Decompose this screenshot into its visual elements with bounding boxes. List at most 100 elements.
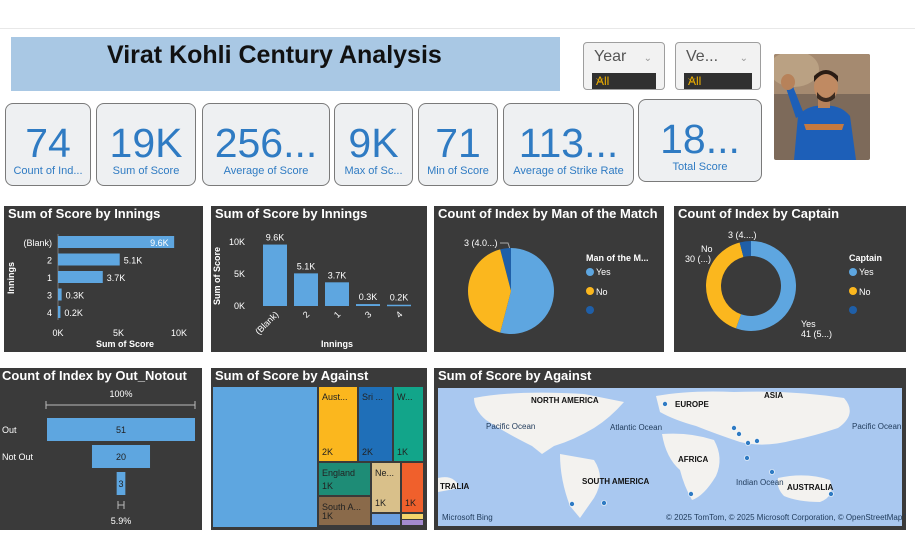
year-slicer-dropdown[interactable]: All ⌵ xyxy=(592,73,656,89)
year-slicer-label: Year xyxy=(594,48,627,65)
kpi-card-total-score[interactable]: 18... Total Score xyxy=(638,99,762,182)
ocean-label: Pacific Ocean xyxy=(486,422,535,431)
y-tick-label: 0K xyxy=(234,301,245,311)
y-tick-label: 1 xyxy=(47,273,52,283)
map-logo: Microsoft Bing xyxy=(442,513,493,522)
treemap-svg: Aust... 2K Sri ... 2K W... 1K England 1K Ne... 1K… xyxy=(213,387,423,527)
legend-marker-no xyxy=(586,287,594,295)
chart-against-map[interactable]: Sum of Score by Against NORTH AMERICA EU… xyxy=(434,368,906,530)
treemap-label: Ne... xyxy=(375,468,394,478)
top-divider xyxy=(0,28,915,29)
data-label: 0.3K xyxy=(66,291,85,301)
donut-callout: 41 (5...) xyxy=(801,329,832,339)
bar xyxy=(356,304,380,306)
kpi-label: Max of Sc... xyxy=(344,165,403,177)
legend-marker-blank xyxy=(586,306,594,314)
kpi-card-strike-rate[interactable]: 113... Average of Strike Rate xyxy=(503,103,634,186)
ocean-label: Indian Ocean xyxy=(736,478,784,487)
legend-marker-no xyxy=(849,287,857,295)
ocean-label: Atlantic Ocean xyxy=(610,423,662,432)
treemap-value: 1K xyxy=(375,498,386,508)
kpi-card-count[interactable]: 74 Count of Ind... xyxy=(5,103,91,186)
chart-man-of-match[interactable]: Count of Index by Man of the Match 3 (4.… xyxy=(434,206,664,352)
legend-item-yes: Yes xyxy=(596,267,611,277)
data-label: 51 xyxy=(116,425,126,435)
chart-captain[interactable]: Count of Index by Captain 3 (4....) No 3… xyxy=(674,206,906,352)
bar xyxy=(263,244,287,306)
treemap-value: 1K xyxy=(322,511,333,521)
map-point xyxy=(744,455,750,461)
chevron-down-icon: ⌄ xyxy=(643,53,652,64)
x-tick-label: 10K xyxy=(171,328,187,338)
treemap-value: 2K xyxy=(322,447,333,457)
dashboard: Virat Kohli Century Analysis Year ⌄ All … xyxy=(0,0,915,541)
bar xyxy=(58,253,120,266)
treemap-tile xyxy=(402,520,423,525)
kpi-value: 9K xyxy=(348,120,399,166)
x-tick-label: (Blank) xyxy=(253,309,280,336)
vbar-svg: Sum of Score Innings 0K 5K 10K 9.6K (Blank) 5… xyxy=(212,233,411,349)
map-point xyxy=(662,401,668,407)
hbar-svg: Innings Sum of Score (Blank) 9.6K 2 5.1K 1 3.… xyxy=(6,234,187,349)
kpi-value: 256... xyxy=(214,120,318,166)
venue-slicer-dropdown[interactable]: All ⌵ xyxy=(684,73,752,89)
chevron-down-icon: ⌵ xyxy=(688,74,696,85)
bar xyxy=(294,273,318,306)
kpi-card-average-score[interactable]: 256... Average of Score xyxy=(202,103,330,186)
x-tick-label: 2 xyxy=(301,309,312,320)
map-point xyxy=(731,425,737,431)
legend-item-no: No xyxy=(596,287,608,297)
donut-callout: 3 (4....) xyxy=(728,230,757,240)
donut-callout: Yes xyxy=(801,319,816,329)
x-tick-label: 1 xyxy=(332,309,343,320)
y-tick-label: 5K xyxy=(234,269,245,279)
treemap-label: W... xyxy=(397,392,413,402)
map-point xyxy=(745,440,751,446)
venue-slicer-label: Ve... xyxy=(686,48,719,65)
treemap-value: 1K xyxy=(405,498,416,508)
venue-slicer[interactable]: Ve... ⌄ All ⌵ xyxy=(675,42,761,90)
kpi-label: Count of Ind... xyxy=(13,165,83,177)
data-label: 9.6K xyxy=(150,238,169,248)
map-label: NORTH AMERICA xyxy=(531,396,599,405)
chevron-down-icon: ⌄ xyxy=(739,53,748,64)
chart-innings-horizontal[interactable]: Sum of Score by Innings Innings Sum of S… xyxy=(4,206,203,352)
treemap-tile xyxy=(213,387,317,527)
data-label: 3.7K xyxy=(107,273,126,283)
map-label: AUSTRALIA xyxy=(787,483,833,492)
data-label: 20 xyxy=(116,452,126,462)
x-tick-label: 3 xyxy=(363,309,374,320)
kpi-value: 74 xyxy=(25,120,71,166)
map-point xyxy=(736,431,742,437)
map-label: SOUTH AMERICA xyxy=(582,477,649,486)
chart-against-treemap[interactable]: Sum of Score by Against Aust... 2K Sri ...… xyxy=(211,368,427,530)
funnel-top-label: 100% xyxy=(109,389,132,399)
map-svg[interactable]: NORTH AMERICA EUROPE ASIA AFRICA SOUTH A… xyxy=(434,368,906,530)
kpi-card-sum-score[interactable]: 19K Sum of Score xyxy=(96,103,196,186)
kpi-value: 113... xyxy=(518,120,619,166)
kpi-label: Total Score xyxy=(672,161,728,173)
map-point xyxy=(769,469,775,475)
kpi-value: 18... xyxy=(660,116,740,162)
x-axis-title: Sum of Score xyxy=(96,339,154,349)
data-label: 9.6K xyxy=(266,233,285,243)
year-slicer[interactable]: Year ⌄ All ⌵ xyxy=(583,42,665,90)
legend-marker-blank xyxy=(849,306,857,314)
y-axis-title: Innings xyxy=(6,262,16,294)
kpi-card-min-score[interactable]: 71 Min of Score xyxy=(418,103,498,186)
kpi-card-max-score[interactable]: 9K Max of Sc... xyxy=(334,103,413,186)
map-point xyxy=(601,500,607,506)
map-point xyxy=(688,491,694,497)
x-tick-label: 5K xyxy=(113,328,124,338)
bar xyxy=(387,304,411,307)
data-label: 0.2K xyxy=(390,293,409,303)
data-label: 0.2K xyxy=(64,308,83,318)
donut-callout: 30 (...) xyxy=(685,254,711,264)
chart-innings-vertical[interactable]: Sum of Score by Innings Sum of Score Inn… xyxy=(211,206,427,352)
legend-item-no: No xyxy=(859,287,871,297)
treemap-label: Sri ... xyxy=(362,392,383,402)
chart-out-notout[interactable]: Count of Index by Out_Notout 100% 5.9% 5… xyxy=(0,368,202,530)
kpi-label: Sum of Score xyxy=(112,165,180,177)
map-point xyxy=(828,491,834,497)
y-tick-label: 3 xyxy=(47,291,52,301)
